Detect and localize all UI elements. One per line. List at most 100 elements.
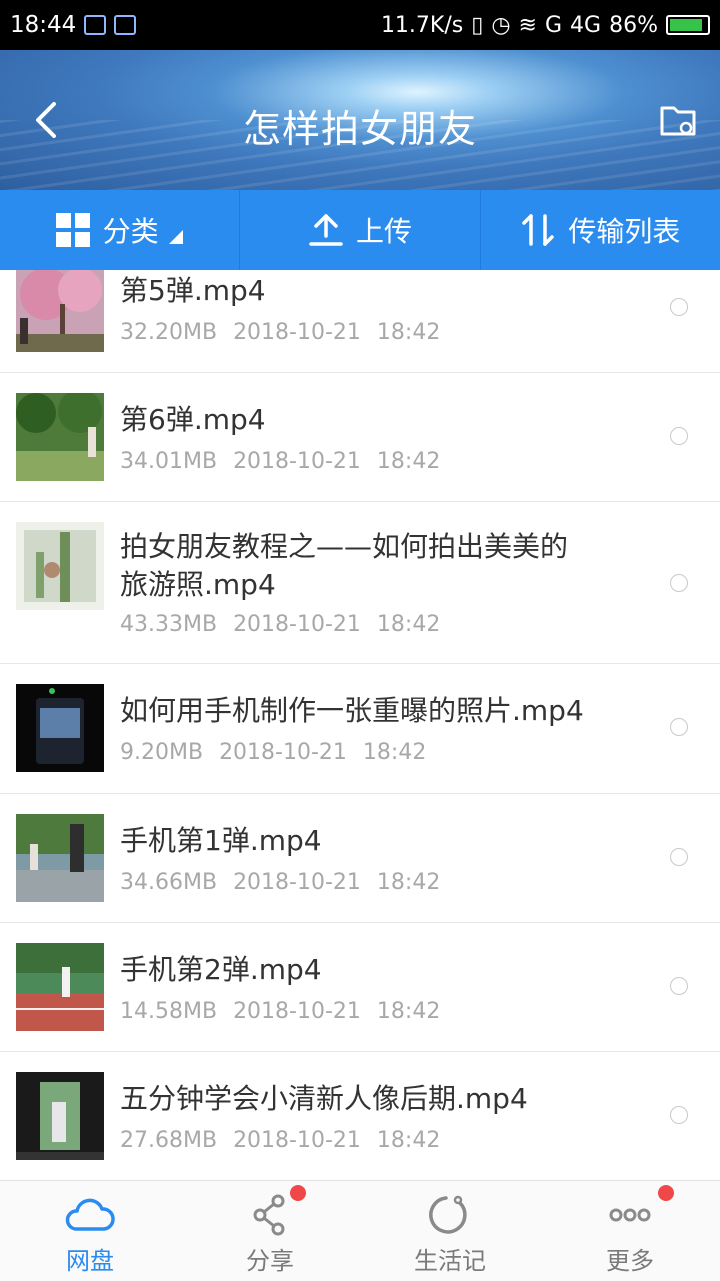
list-item[interactable]: 拍女朋友教程之——如何拍出美美的 旅游照.mp4 43.33MB 2018-10-…	[0, 502, 720, 664]
list-item[interactable]: 手机第2弹.mp4 14.58MB 2018-10-21 18:42	[0, 923, 720, 1052]
select-radio[interactable]	[670, 1106, 688, 1124]
category-label: 分类	[102, 215, 159, 248]
select-radio[interactable]	[670, 427, 688, 445]
status-right: 11.7K/s ▯ ◷ ≋ G 4G 86%	[381, 13, 710, 38]
screenshot-notification-icon	[114, 15, 137, 35]
list-item[interactable]: 第5弹.mp4 32.20MB 2018-10-21 18:42	[0, 270, 720, 373]
more-dots-icon	[609, 1208, 651, 1222]
signal-4g-label: 4G	[570, 12, 602, 38]
file-time: 18:42	[376, 1128, 441, 1153]
share-icon	[253, 1194, 285, 1236]
file-time: 18:42	[362, 740, 427, 765]
file-date: 2018-10-21	[233, 320, 361, 345]
status-time: 18:44	[10, 12, 77, 38]
list-item[interactable]: 五分钟学会小清新人像后期.mp4 27.68MB 2018-10-21 18:42	[0, 1052, 720, 1180]
select-radio[interactable]	[670, 574, 688, 592]
grid-icon	[55, 213, 90, 247]
file-time: 18:42	[376, 320, 441, 345]
list-item[interactable]: 如何用手机制作一张重曝的照片.mp4 9.20MB 2018-10-21 18:42	[0, 664, 720, 794]
file-size: 27.68MB	[120, 1128, 218, 1153]
file-date: 2018-10-21	[233, 870, 361, 895]
file-list: 第5弹.mp4 32.20MB 2018-10-21 18:42 第6弹.mp4 3…	[0, 270, 720, 1180]
vibrate-icon: ▯	[471, 12, 484, 38]
action-toolbar: 分类 上传 传输列表	[0, 190, 720, 270]
file-name: 第6弹.mp4	[120, 403, 266, 436]
battery-percent: 86%	[609, 12, 658, 38]
file-size: 14.58MB	[120, 999, 218, 1024]
transfer-arrows-icon	[522, 214, 555, 246]
file-name-line1: 拍女朋友教程之——如何拍出美美的	[120, 530, 569, 563]
signal-g-label: G	[544, 12, 563, 38]
folder-settings-icon[interactable]	[658, 100, 698, 140]
upload-icon	[309, 214, 343, 246]
file-size: 32.20MB	[120, 320, 218, 345]
alarm-icon: ◷	[491, 12, 511, 38]
file-size: 43.33MB	[120, 612, 218, 637]
file-name: 第5弹.mp4	[120, 274, 266, 307]
tab-disk[interactable]: 网盘	[0, 1181, 180, 1281]
bottom-tab-bar: 网盘 分享 生活记 更多	[0, 1180, 720, 1281]
battery-icon	[666, 15, 710, 35]
file-meta: 34.01MB 2018-10-21 18:42	[120, 449, 456, 474]
file-time: 18:42	[376, 612, 441, 637]
file-meta: 43.33MB 2018-10-21 18:42	[120, 612, 456, 637]
video-thumbnail	[16, 684, 104, 772]
tab-life[interactable]: 生活记	[360, 1181, 540, 1281]
list-item[interactable]: 手机第1弹.mp4 34.66MB 2018-10-21 18:42	[0, 794, 720, 923]
transfer-list-label: 传输列表	[568, 215, 681, 248]
category-button[interactable]: 分类	[0, 190, 241, 270]
file-name: 五分钟学会小清新人像后期.mp4	[120, 1082, 528, 1115]
video-thumbnail	[16, 393, 104, 481]
file-meta: 14.58MB 2018-10-21 18:42	[120, 999, 456, 1024]
select-radio[interactable]	[670, 298, 688, 316]
file-name-line2: 旅游照.mp4	[120, 568, 276, 601]
file-name: 拍女朋友教程之——如何拍出美美的 旅游照.mp4	[120, 528, 650, 604]
select-radio[interactable]	[670, 977, 688, 995]
file-date: 2018-10-21	[233, 449, 361, 474]
file-size: 9.20MB	[120, 740, 204, 765]
video-thumbnail	[16, 1072, 104, 1160]
file-date: 2018-10-21	[233, 1128, 361, 1153]
file-meta: 32.20MB 2018-10-21 18:42	[120, 320, 456, 345]
list-item[interactable]: 第6弹.mp4 34.01MB 2018-10-21 18:42	[0, 373, 720, 502]
tab-disk-label: 网盘	[66, 1247, 114, 1275]
file-time: 18:42	[376, 449, 441, 474]
refresh-circle-icon	[429, 1195, 467, 1234]
upload-button[interactable]: 上传	[240, 190, 481, 270]
video-thumbnail	[16, 270, 104, 352]
tab-share[interactable]: 分享	[180, 1181, 360, 1281]
file-meta: 9.20MB 2018-10-21 18:42	[120, 740, 442, 765]
dropdown-caret-icon	[168, 230, 183, 244]
file-date: 2018-10-21	[233, 999, 361, 1024]
tab-life-label: 生活记	[414, 1247, 486, 1275]
select-radio[interactable]	[670, 718, 688, 736]
file-name: 手机第2弹.mp4	[120, 953, 322, 986]
file-meta: 34.66MB 2018-10-21 18:42	[120, 870, 456, 895]
network-speed: 11.7K/s	[380, 12, 464, 38]
tab-more[interactable]: 更多	[540, 1181, 720, 1281]
file-time: 18:42	[376, 999, 441, 1024]
header: 怎样拍女朋友	[0, 50, 720, 190]
file-meta: 27.68MB 2018-10-21 18:42	[120, 1128, 456, 1153]
tab-more-label: 更多	[606, 1247, 654, 1275]
video-thumbnail	[16, 522, 104, 610]
tab-share-label: 分享	[246, 1247, 294, 1275]
file-time: 18:42	[376, 870, 441, 895]
wifi-icon: ≋	[518, 12, 537, 38]
file-size: 34.01MB	[120, 449, 218, 474]
upload-label: 上传	[355, 215, 412, 248]
cloud-icon	[65, 1198, 115, 1231]
share-badge-dot	[290, 1185, 306, 1201]
file-name: 手机第1弹.mp4	[120, 824, 322, 857]
transfer-list-button[interactable]: 传输列表	[481, 190, 720, 270]
select-radio[interactable]	[670, 848, 688, 866]
video-thumbnail	[16, 943, 104, 1031]
gallery-notification-icon	[84, 15, 107, 35]
file-size: 34.66MB	[120, 870, 218, 895]
file-date: 2018-10-21	[219, 740, 347, 765]
file-name: 如何用手机制作一张重曝的照片.mp4	[120, 694, 584, 727]
file-date: 2018-10-21	[233, 612, 361, 637]
page-title: 怎样拍女朋友	[242, 107, 477, 151]
video-thumbnail	[16, 814, 104, 902]
more-badge-dot	[658, 1185, 674, 1201]
